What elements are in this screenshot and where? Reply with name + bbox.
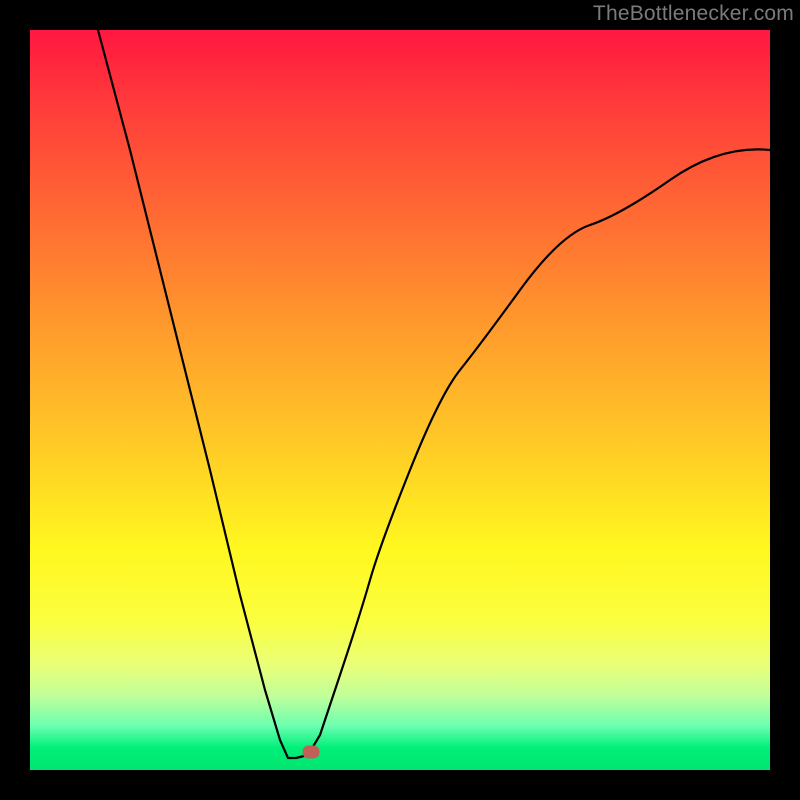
chart-frame: TheBottlenecker.com	[0, 0, 800, 800]
bottleneck-curve	[30, 30, 770, 770]
chart-plot-area	[30, 30, 770, 770]
optimal-point-marker	[303, 746, 320, 759]
bottleneck-curve-path	[98, 30, 770, 758]
watermark-text: TheBottlenecker.com	[593, 2, 794, 26]
